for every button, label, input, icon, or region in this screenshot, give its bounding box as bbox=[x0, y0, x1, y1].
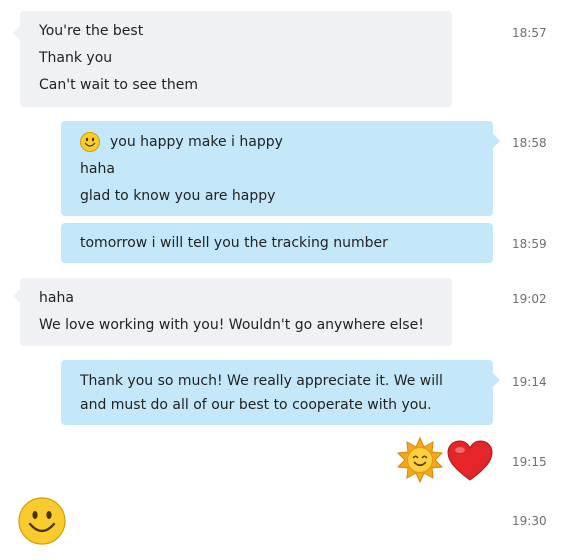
message-text: You're the best bbox=[39, 23, 144, 39]
message-bubble-outgoing[interactable]: Thank you so much! We really appreciate … bbox=[61, 360, 493, 425]
message-text: you happy make i happy bbox=[110, 134, 283, 150]
message-text: glad to know you are happy bbox=[80, 188, 276, 204]
message-text: haha bbox=[80, 161, 115, 177]
message-text: Thank you bbox=[39, 50, 113, 66]
bubble-tail-incoming bbox=[13, 26, 20, 40]
message-text: Can't wait to see them bbox=[39, 77, 198, 93]
message-bubble-outgoing[interactable]: tomorrow i will tell you the tracking nu… bbox=[61, 223, 493, 263]
message-timestamp: 18:57 bbox=[512, 26, 547, 40]
message-text: Thank you so much! We really appreciate … bbox=[80, 373, 443, 389]
message-timestamp: 18:59 bbox=[512, 237, 547, 251]
message-timestamp: 19:30 bbox=[512, 514, 547, 528]
message-text: haha bbox=[39, 290, 74, 306]
bubble-tail-outgoing bbox=[493, 134, 500, 148]
smile-emoticon-icon bbox=[80, 132, 100, 152]
message-text: and must do all of our best to cooperate… bbox=[80, 397, 432, 413]
message-timestamp: 19:14 bbox=[512, 375, 547, 389]
message-bubble-outgoing[interactable]: you happy make i happy haha glad to know… bbox=[61, 121, 493, 216]
message-bubble-incoming[interactable]: haha We love working with you! Wouldn't … bbox=[20, 278, 452, 346]
message-timestamp: 19:15 bbox=[512, 455, 547, 469]
message-bubble-incoming[interactable]: You're the best Thank you Can't wait to … bbox=[20, 11, 452, 107]
message-timestamp: 18:58 bbox=[512, 136, 547, 150]
message-text: tomorrow i will tell you the tracking nu… bbox=[80, 235, 388, 251]
message-text: We love working with you! Wouldn't go an… bbox=[39, 317, 424, 333]
bubble-tail-incoming bbox=[13, 289, 20, 303]
sun-emoticon-icon[interactable] bbox=[397, 437, 443, 483]
message-timestamp: 19:02 bbox=[512, 292, 547, 306]
bubble-tail-outgoing bbox=[493, 373, 500, 387]
smile-emoticon-icon[interactable] bbox=[18, 497, 66, 545]
heart-emoticon-icon[interactable] bbox=[447, 440, 493, 482]
